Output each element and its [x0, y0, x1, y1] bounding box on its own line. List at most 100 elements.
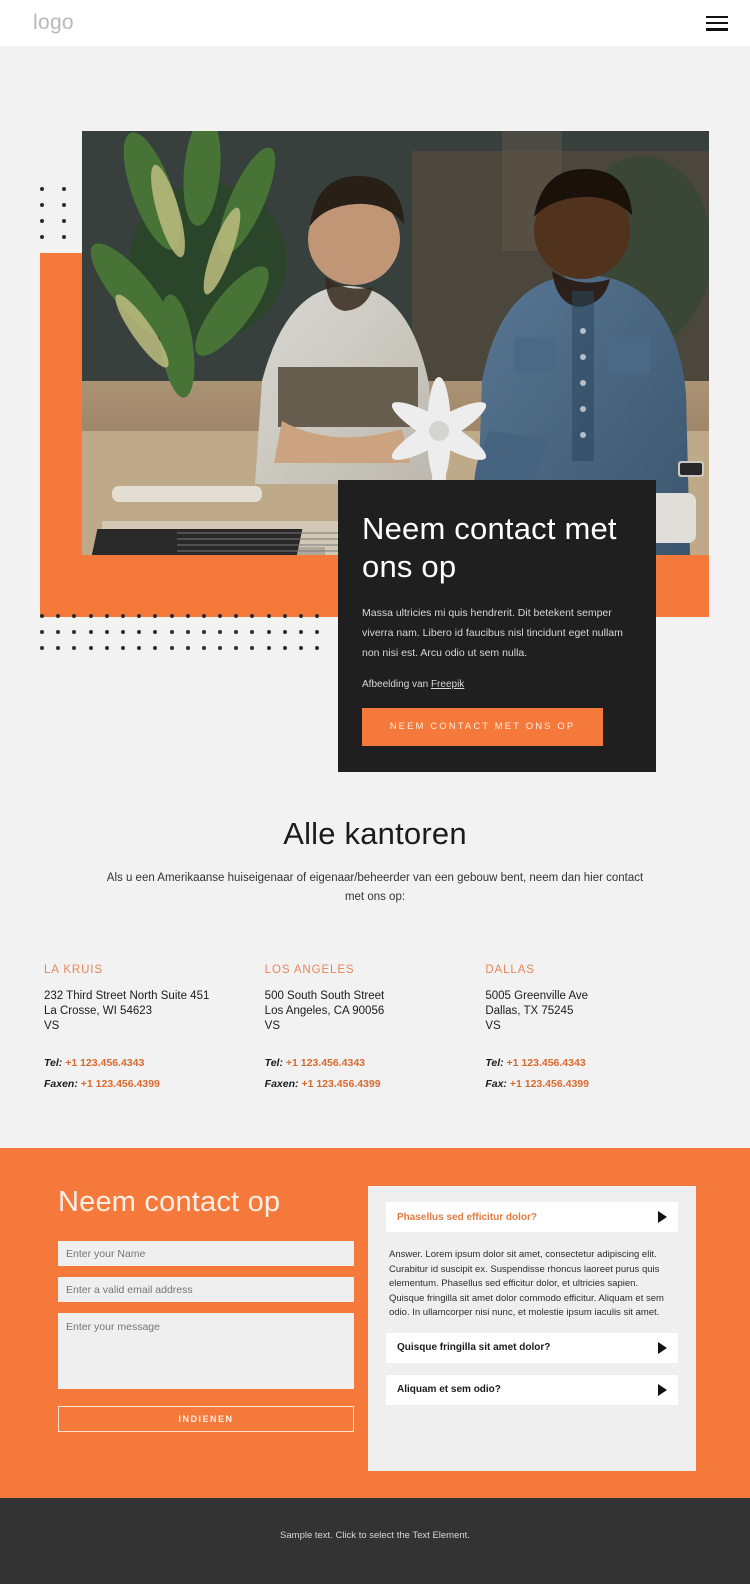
hero-section: Neem contact met ons op Massa ultricies …: [0, 46, 750, 1142]
address-line-3: VS: [44, 1020, 60, 1032]
fax-value[interactable]: +1 123.456.4399: [81, 1078, 160, 1090]
office-city: LA KRUIS: [44, 964, 103, 976]
submit-button[interactable]: INDIENEN: [58, 1406, 354, 1432]
freepik-link[interactable]: Freepik: [431, 679, 464, 690]
decorative-dot: [201, 630, 206, 634]
address-line-2: Dallas, TX 75245: [485, 1005, 574, 1017]
decorative-dot: [40, 646, 44, 650]
decorative-dot: [72, 630, 77, 634]
address-line-2: La Crosse, WI 54623: [44, 1005, 153, 1017]
decorative-dot: [62, 187, 66, 191]
decorative-dot: [120, 614, 125, 618]
tel-label: Tel:: [44, 1057, 63, 1069]
decorative-dot: [104, 614, 109, 618]
address-line-3: VS: [264, 1020, 281, 1032]
office-tel: Tel: +1 123.456.4343: [265, 1053, 486, 1074]
hero-body-text: Massa ultricies mi quis hendrerit. Dit b…: [362, 607, 623, 659]
decorative-dot: [218, 614, 223, 618]
decorative-dot: [169, 630, 174, 634]
chevron-right-icon: [658, 1341, 667, 1354]
tel-value[interactable]: +1 123.456.4343: [65, 1057, 144, 1069]
office-city: LOS ANGELES: [264, 964, 355, 976]
decorative-dot: [40, 203, 44, 207]
decorative-dot: [266, 646, 271, 650]
office-card: LA KRUIS 232 Third Street North Suite 45…: [44, 964, 265, 1095]
decorative-dot: [153, 646, 158, 650]
decorative-dot: [88, 646, 93, 650]
decorative-dot: [40, 187, 44, 191]
offices-title: Alle kantoren: [283, 816, 467, 851]
hero-contact-card: Neem contact met ons op Massa ultricies …: [338, 480, 656, 772]
decorative-dot-grid-bottom: [40, 614, 331, 662]
decorative-dot: [185, 614, 190, 618]
hero-title: Neem contact met ons op: [362, 511, 617, 584]
hamburger-icon[interactable]: [706, 15, 728, 32]
decorative-dot: [218, 646, 223, 650]
office-fax: Fax: +1 123.456.4399: [485, 1074, 706, 1095]
decorative-dot: [120, 646, 125, 650]
address-line-1: 500 South South Street: [264, 990, 385, 1002]
fax-label: Faxen:: [264, 1078, 299, 1090]
hamburger-bar: [706, 21, 728, 25]
decorative-dot: [234, 614, 239, 618]
tel-label: Tel:: [485, 1057, 504, 1069]
address-line-1: 232 Third Street North Suite 451: [44, 990, 210, 1002]
image-credit-prefix: Afbeelding van: [362, 679, 431, 690]
faq-question: Aliquam et sem odio?: [397, 1384, 501, 1395]
decorative-dot: [299, 614, 303, 618]
office-fax: Faxen: +1 123.456.4399: [265, 1074, 486, 1095]
faq-item-header-closed[interactable]: Aliquam et sem odio?: [386, 1374, 678, 1405]
tel-value[interactable]: +1 123.456.4343: [286, 1057, 365, 1069]
name-input[interactable]: [58, 1241, 354, 1266]
faq-item-header-closed[interactable]: Quisque fringilla sit amet dolor?: [386, 1332, 678, 1363]
tel-value[interactable]: +1 123.456.4343: [507, 1057, 586, 1069]
decorative-dot: [315, 614, 320, 618]
address-line-1: 5005 Greenville Ave: [485, 990, 589, 1002]
decorative-dot: [40, 219, 44, 223]
faq-item-header-open[interactable]: Phasellus sed efficitur dolor?: [386, 1202, 678, 1232]
faq-question: Phasellus sed efficitur dolor?: [397, 1211, 538, 1223]
decorative-dot: [185, 630, 190, 634]
decorative-dot: [282, 646, 287, 650]
address-line-3: VS: [485, 1020, 501, 1032]
email-input[interactable]: [58, 1277, 354, 1302]
decorative-dot: [62, 203, 66, 207]
contact-title: Neem contact op: [58, 1186, 281, 1218]
hero-cta-button[interactable]: NEEM CONTACT MET ONS OP: [362, 708, 603, 746]
faq-answer: Answer. Lorem ipsum dolor sit amet, cons…: [389, 1249, 664, 1318]
decorative-dot: [169, 646, 174, 650]
decorative-dot: [250, 614, 255, 618]
decorative-dot: [40, 630, 44, 634]
chevron-right-icon: [658, 1211, 667, 1223]
tel-label: Tel:: [264, 1057, 283, 1069]
hamburger-bar: [706, 15, 728, 19]
offices-section: Alle kantoren Als u een Amerikaanse huis…: [0, 816, 750, 1095]
faq-question: Quisque fringilla sit amet dolor?: [397, 1342, 551, 1353]
address-line-2: Los Angeles, CA 90056: [264, 1005, 385, 1017]
decorative-dot: [72, 646, 77, 650]
decorative-dot: [282, 630, 287, 634]
decorative-dot: [153, 630, 158, 634]
decorative-dot: [266, 614, 271, 618]
decorative-dot: [315, 630, 320, 634]
decorative-dot: [169, 614, 174, 618]
decorative-dot: [201, 614, 206, 618]
fax-value[interactable]: +1 123.456.4399: [510, 1078, 589, 1090]
decorative-dot: [120, 630, 125, 634]
decorative-dot: [137, 646, 142, 650]
offices-subtitle: Als u een Amerikaanse huiseigenaar of ei…: [106, 872, 644, 903]
decorative-dot: [201, 646, 206, 650]
office-address: 500 South South Street Los Angeles, CA 9…: [265, 989, 486, 1034]
fax-value[interactable]: +1 123.456.4399: [301, 1078, 380, 1090]
office-card: LOS ANGELES 500 South South Street Los A…: [265, 964, 486, 1095]
decorative-dot: [266, 630, 271, 634]
fax-label: Faxen:: [44, 1078, 78, 1090]
decorative-dot: [282, 614, 287, 618]
office-card: DALLAS 5005 Greenville Ave Dallas, TX 75…: [485, 964, 706, 1095]
footer-text[interactable]: Sample text. Click to select the Text El…: [280, 1530, 470, 1584]
decorative-dot: [137, 630, 142, 634]
decorative-dot: [72, 614, 77, 618]
site-logo[interactable]: logo: [33, 11, 74, 35]
office-tel: Tel: +1 123.456.4343: [44, 1053, 265, 1074]
message-input[interactable]: [58, 1313, 354, 1389]
